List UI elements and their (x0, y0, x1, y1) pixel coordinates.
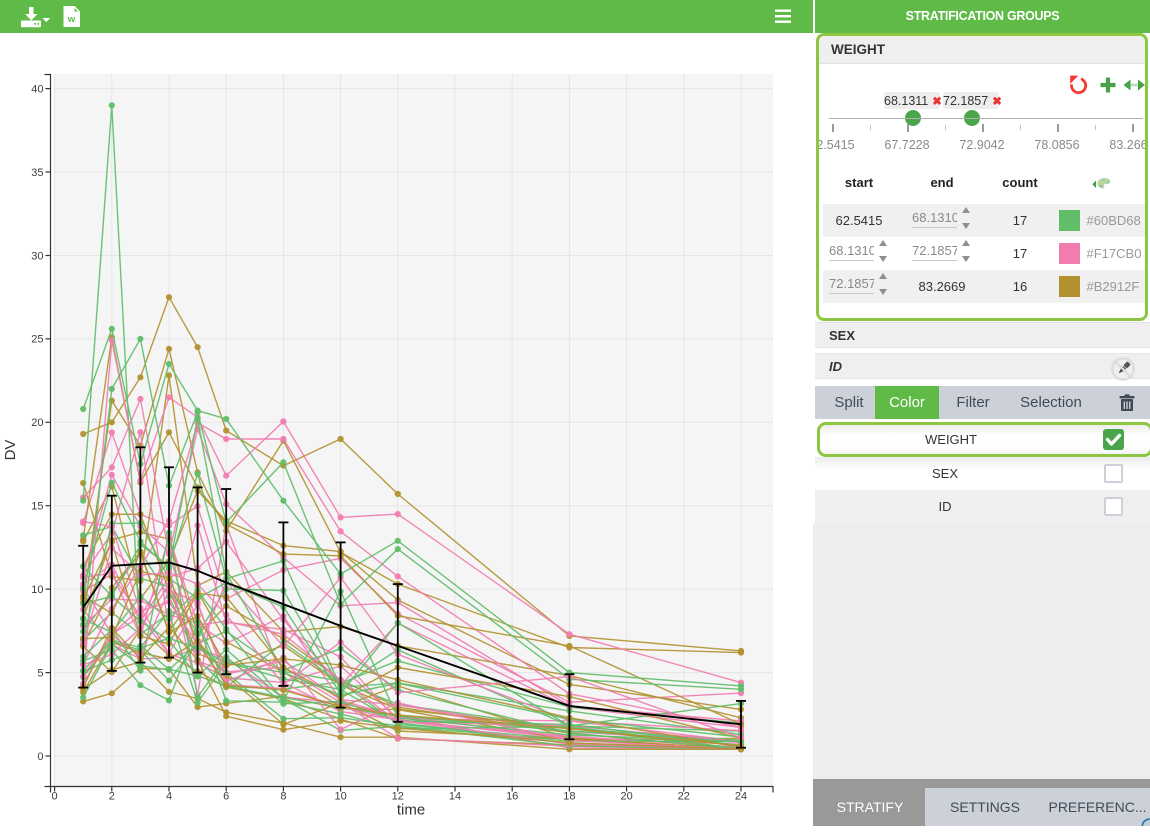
svg-text:time: time (397, 802, 425, 819)
svg-text:0: 0 (37, 751, 43, 763)
svg-text:0: 0 (52, 791, 58, 803)
svg-text:2: 2 (109, 791, 115, 803)
svg-text:DV: DV (2, 440, 19, 461)
svg-text:20: 20 (620, 791, 632, 803)
svg-text:18: 18 (563, 791, 575, 803)
svg-text:4: 4 (166, 791, 172, 803)
svg-text:40: 40 (31, 83, 43, 95)
svg-text:5: 5 (37, 667, 43, 679)
svg-text:24: 24 (735, 791, 747, 803)
svg-text:10: 10 (31, 584, 43, 596)
svg-text:30: 30 (31, 250, 43, 262)
svg-text:8: 8 (280, 791, 286, 803)
svg-text:35: 35 (31, 167, 43, 179)
svg-text:6: 6 (223, 791, 229, 803)
svg-text:25: 25 (31, 334, 43, 346)
svg-text:22: 22 (678, 791, 690, 803)
svg-text:15: 15 (31, 501, 43, 513)
svg-text:20: 20 (31, 417, 43, 429)
svg-text:w: w (67, 14, 76, 25)
svg-text:16: 16 (506, 791, 518, 803)
svg-text:10: 10 (334, 791, 346, 803)
svg-text:14: 14 (449, 791, 461, 803)
